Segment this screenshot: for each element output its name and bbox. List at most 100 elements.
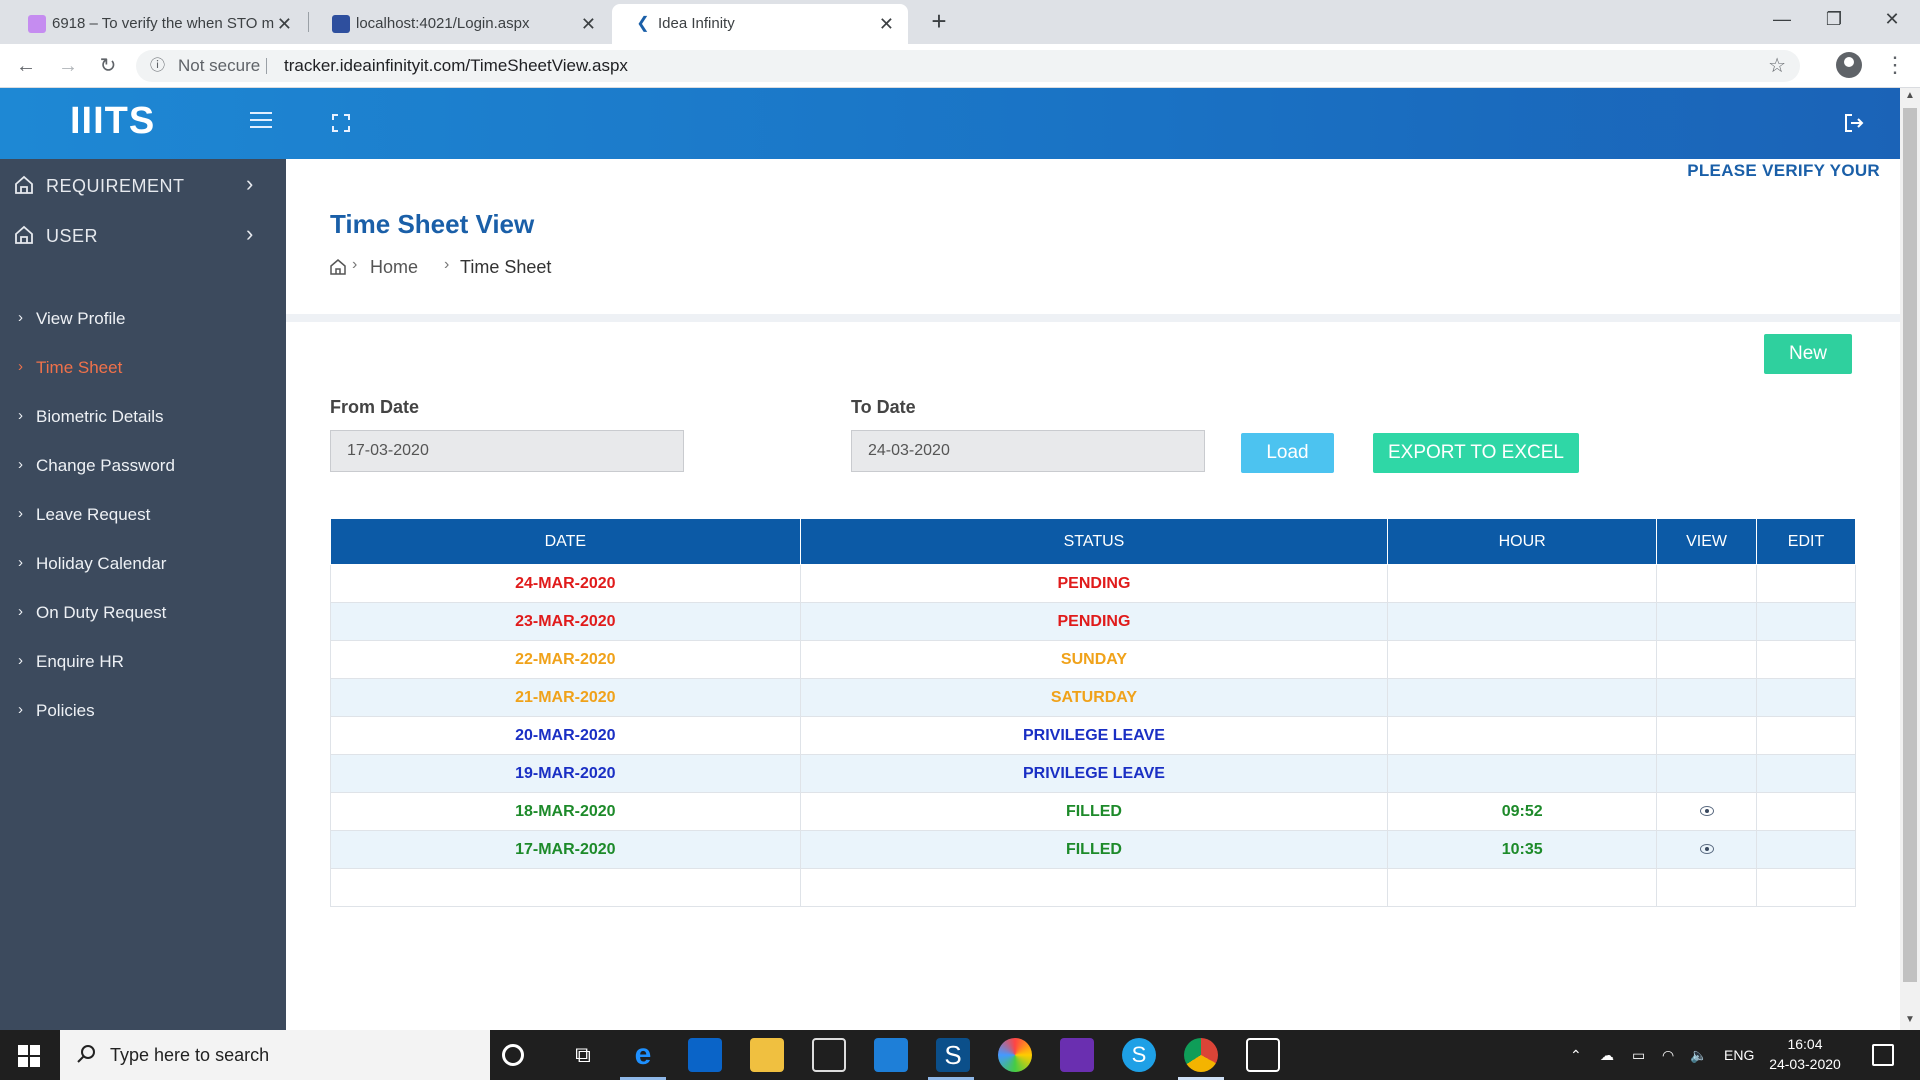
column-header-date[interactable]: DATE bbox=[330, 518, 801, 565]
sidebar-item-enquire-hr[interactable]: › Enquire HR bbox=[0, 642, 286, 682]
chevron-right-icon: › bbox=[18, 456, 23, 473]
view-eye-icon[interactable] bbox=[1699, 843, 1714, 854]
sidebar-item-biometric-details[interactable]: › Biometric Details bbox=[0, 397, 286, 437]
hour-cell: 09:52 bbox=[1387, 792, 1658, 831]
sidebar-item-policies[interactable]: › Policies bbox=[0, 691, 286, 731]
sidebar-item-holiday-calendar[interactable]: › Holiday Calendar bbox=[0, 544, 286, 584]
menu-toggle-icon[interactable] bbox=[250, 112, 272, 132]
sidebar-item-time-sheet[interactable]: › Time Sheet bbox=[0, 348, 286, 388]
tab-title: localhost:4021/Login.aspx bbox=[356, 15, 530, 32]
export-to-excel-button[interactable]: EXPORT TO EXCEL bbox=[1373, 433, 1579, 473]
status-cell: PENDING bbox=[799, 602, 1389, 641]
browser-tab-2[interactable]: localhost:4021/Login.aspx ✕ bbox=[310, 4, 610, 44]
tray-overflow-icon[interactable]: ⌃ bbox=[1570, 1030, 1582, 1080]
chevron-right-icon: › bbox=[18, 652, 23, 669]
scrollbar-thumb[interactable] bbox=[1903, 108, 1917, 982]
home-icon bbox=[15, 225, 33, 244]
chevron-right-icon: › bbox=[18, 505, 23, 522]
paint-icon[interactable] bbox=[998, 1038, 1032, 1072]
chrome-icon[interactable] bbox=[1184, 1038, 1218, 1072]
breadcrumb-home-link[interactable]: Home bbox=[370, 257, 418, 278]
idea-infinity-favicon-icon: ❮ bbox=[634, 15, 652, 33]
reload-icon[interactable]: ↻ bbox=[92, 50, 124, 82]
onedrive-icon[interactable]: ☁ bbox=[1600, 1030, 1614, 1080]
load-button[interactable]: Load bbox=[1241, 433, 1334, 473]
date-cell: 18-MAR-2020 bbox=[330, 792, 801, 831]
url-text[interactable]: tracker.ideainfinityit.com/TimeSheetView… bbox=[284, 50, 628, 82]
outlook-icon[interactable] bbox=[688, 1038, 722, 1072]
new-button[interactable]: New bbox=[1764, 334, 1852, 374]
visual-studio-icon[interactable] bbox=[1060, 1038, 1094, 1072]
bookmark-star-icon[interactable]: ☆ bbox=[1768, 50, 1786, 82]
battery-icon[interactable]: ▭ bbox=[1632, 1030, 1645, 1080]
task-view-icon[interactable]: ⧉ bbox=[566, 1038, 600, 1072]
taskbar-clock[interactable]: 16:04 24-03-2020 bbox=[1760, 1034, 1850, 1074]
restore-button[interactable]: ❐ bbox=[1806, 0, 1862, 38]
hour-cell bbox=[1387, 678, 1658, 717]
status-cell: FILLED bbox=[799, 830, 1389, 869]
close-tab-icon[interactable]: ✕ bbox=[879, 4, 894, 44]
sidebar-item-label: Enquire HR bbox=[36, 652, 124, 671]
volume-icon[interactable]: 🔈 bbox=[1690, 1030, 1707, 1080]
view-cell bbox=[1656, 792, 1758, 831]
view-cell bbox=[1656, 564, 1758, 603]
fullscreen-icon[interactable] bbox=[332, 114, 350, 132]
windows-start-icon[interactable] bbox=[18, 1045, 40, 1067]
wifi-icon[interactable]: ◠ bbox=[1662, 1030, 1674, 1080]
hour-cell bbox=[1387, 602, 1658, 641]
column-header-hour[interactable]: HOUR bbox=[1387, 518, 1658, 565]
close-tab-icon[interactable]: ✕ bbox=[277, 4, 292, 44]
chevron-right-icon: › bbox=[18, 407, 23, 424]
scroll-up-icon[interactable]: ▲ bbox=[1905, 90, 1915, 101]
breadcrumb-home-icon[interactable] bbox=[330, 259, 346, 275]
sidebar-item-view-profile[interactable]: › View Profile bbox=[0, 299, 286, 339]
language-indicator[interactable]: ENG bbox=[1724, 1030, 1754, 1080]
chevron-right-icon: › bbox=[246, 221, 254, 246]
edit-cell bbox=[1756, 754, 1856, 793]
table-row: 24-MAR-2020 PENDING bbox=[330, 564, 1856, 603]
info-icon[interactable]: ⓘ bbox=[150, 50, 165, 82]
browser-tab-1[interactable]: 6918 – To verify the when STO m ✕ bbox=[6, 4, 306, 44]
table-row: 21-MAR-2020 SATURDAY bbox=[330, 678, 1856, 717]
view-eye-icon[interactable] bbox=[1699, 805, 1714, 816]
sidebar-item-label: Leave Request bbox=[36, 505, 151, 524]
close-tab-icon[interactable]: ✕ bbox=[581, 4, 596, 44]
sidebar-section-user[interactable]: USER › bbox=[0, 209, 286, 263]
skype-icon[interactable]: S bbox=[1122, 1038, 1156, 1072]
forward-icon[interactable]: → bbox=[52, 50, 84, 82]
edge-icon[interactable]: e bbox=[626, 1038, 660, 1072]
logout-icon[interactable] bbox=[1843, 112, 1865, 134]
new-tab-button[interactable]: + bbox=[924, 6, 954, 36]
minimize-button[interactable]: — bbox=[1754, 0, 1810, 38]
page-scrollbar[interactable]: ▲ ▼ bbox=[1900, 88, 1920, 1030]
hour-cell bbox=[1387, 754, 1658, 793]
mail-icon[interactable] bbox=[874, 1038, 908, 1072]
browser-tab-3[interactable]: ❮ Idea Infinity ✕ bbox=[612, 4, 908, 44]
photos-icon[interactable] bbox=[1246, 1038, 1280, 1072]
sql-studio-icon[interactable]: S bbox=[936, 1038, 970, 1072]
notification-center-icon[interactable] bbox=[1872, 1044, 1894, 1066]
browser-menu-icon[interactable]: ⋮ bbox=[1884, 52, 1906, 78]
sidebar-section-requirement[interactable]: REQUIREMENT › bbox=[0, 159, 286, 213]
close-window-button[interactable]: ✕ bbox=[1864, 0, 1920, 38]
back-icon[interactable]: ← bbox=[10, 50, 42, 82]
profile-avatar-icon[interactable] bbox=[1836, 52, 1862, 78]
scroll-down-icon[interactable]: ▼ bbox=[1905, 1014, 1915, 1025]
tab-title: Idea Infinity bbox=[658, 15, 735, 32]
app-logo[interactable]: IIITS bbox=[70, 100, 155, 143]
tab-favicon-icon bbox=[28, 15, 46, 33]
breadcrumb-current: Time Sheet bbox=[460, 257, 552, 277]
from-date-input[interactable]: 17-03-2020 bbox=[330, 430, 684, 472]
from-date-label: From Date bbox=[330, 397, 420, 417]
sidebar-item-change-password[interactable]: › Change Password bbox=[0, 446, 286, 486]
taskbar-search-input[interactable]: Type here to search bbox=[60, 1030, 490, 1080]
address-bar[interactable]: ⓘ Not secure tracker.ideainfinityit.com/… bbox=[136, 50, 1800, 82]
sidebar-item-leave-request[interactable]: › Leave Request bbox=[0, 495, 286, 535]
table-row: 22-MAR-2020 SUNDAY bbox=[330, 640, 1856, 679]
to-date-input[interactable]: 24-03-2020 bbox=[851, 430, 1205, 472]
cortana-icon[interactable] bbox=[502, 1044, 524, 1066]
sidebar-item-on-duty-request[interactable]: › On Duty Request bbox=[0, 593, 286, 633]
store-icon[interactable] bbox=[812, 1038, 846, 1072]
column-header-status[interactable]: STATUS bbox=[799, 518, 1389, 565]
file-explorer-icon[interactable] bbox=[750, 1038, 784, 1072]
